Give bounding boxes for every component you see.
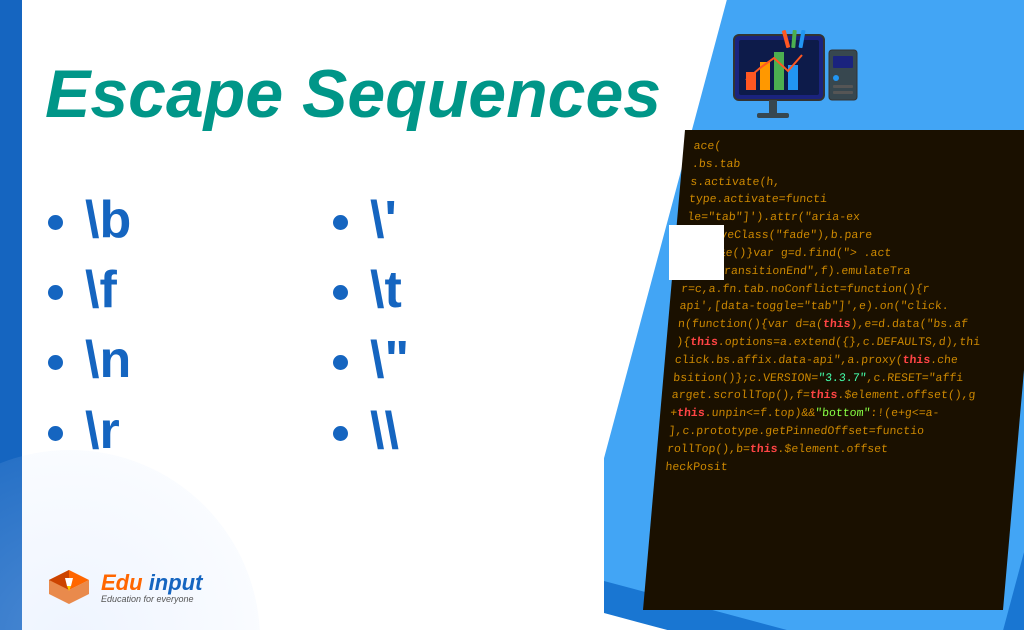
logo-icon xyxy=(45,564,93,612)
main-container: Escape Sequences \b \f \n \r \' \t \" \\ xyxy=(0,0,1024,630)
white-square-decoration xyxy=(669,225,724,280)
logo-tagline: Education for everyone xyxy=(101,594,202,604)
escape-list-right: \' \t \" \\ xyxy=(340,185,409,466)
logo: Edu input Education for everyone xyxy=(45,564,202,612)
list-item: \' xyxy=(370,185,409,255)
logo-edu-text: Edu xyxy=(101,570,143,595)
list-item: \n xyxy=(85,325,131,395)
logo-text: Edu input Education for everyone xyxy=(101,572,202,604)
list-item: \" xyxy=(370,325,409,395)
list-item: \b xyxy=(85,185,131,255)
page-title: Escape Sequences xyxy=(45,55,661,133)
list-item: \r xyxy=(85,396,131,466)
list-item: \t xyxy=(370,255,409,325)
logo-input-text: input xyxy=(149,570,203,595)
escape-list-left: \b \f \n \r xyxy=(55,185,131,466)
code-overlay: ace(.bs.tabs.activate(h,type.activate=fu… xyxy=(643,130,1024,610)
monitor-icon xyxy=(724,30,864,140)
list-item: \f xyxy=(85,255,131,325)
right-decoration: ace(.bs.tabs.activate(h,type.activate=fu… xyxy=(604,0,1024,630)
monitor-icon-area xyxy=(724,30,864,140)
logo-brand: Edu input xyxy=(101,572,202,594)
list-item: \\ xyxy=(370,396,409,466)
